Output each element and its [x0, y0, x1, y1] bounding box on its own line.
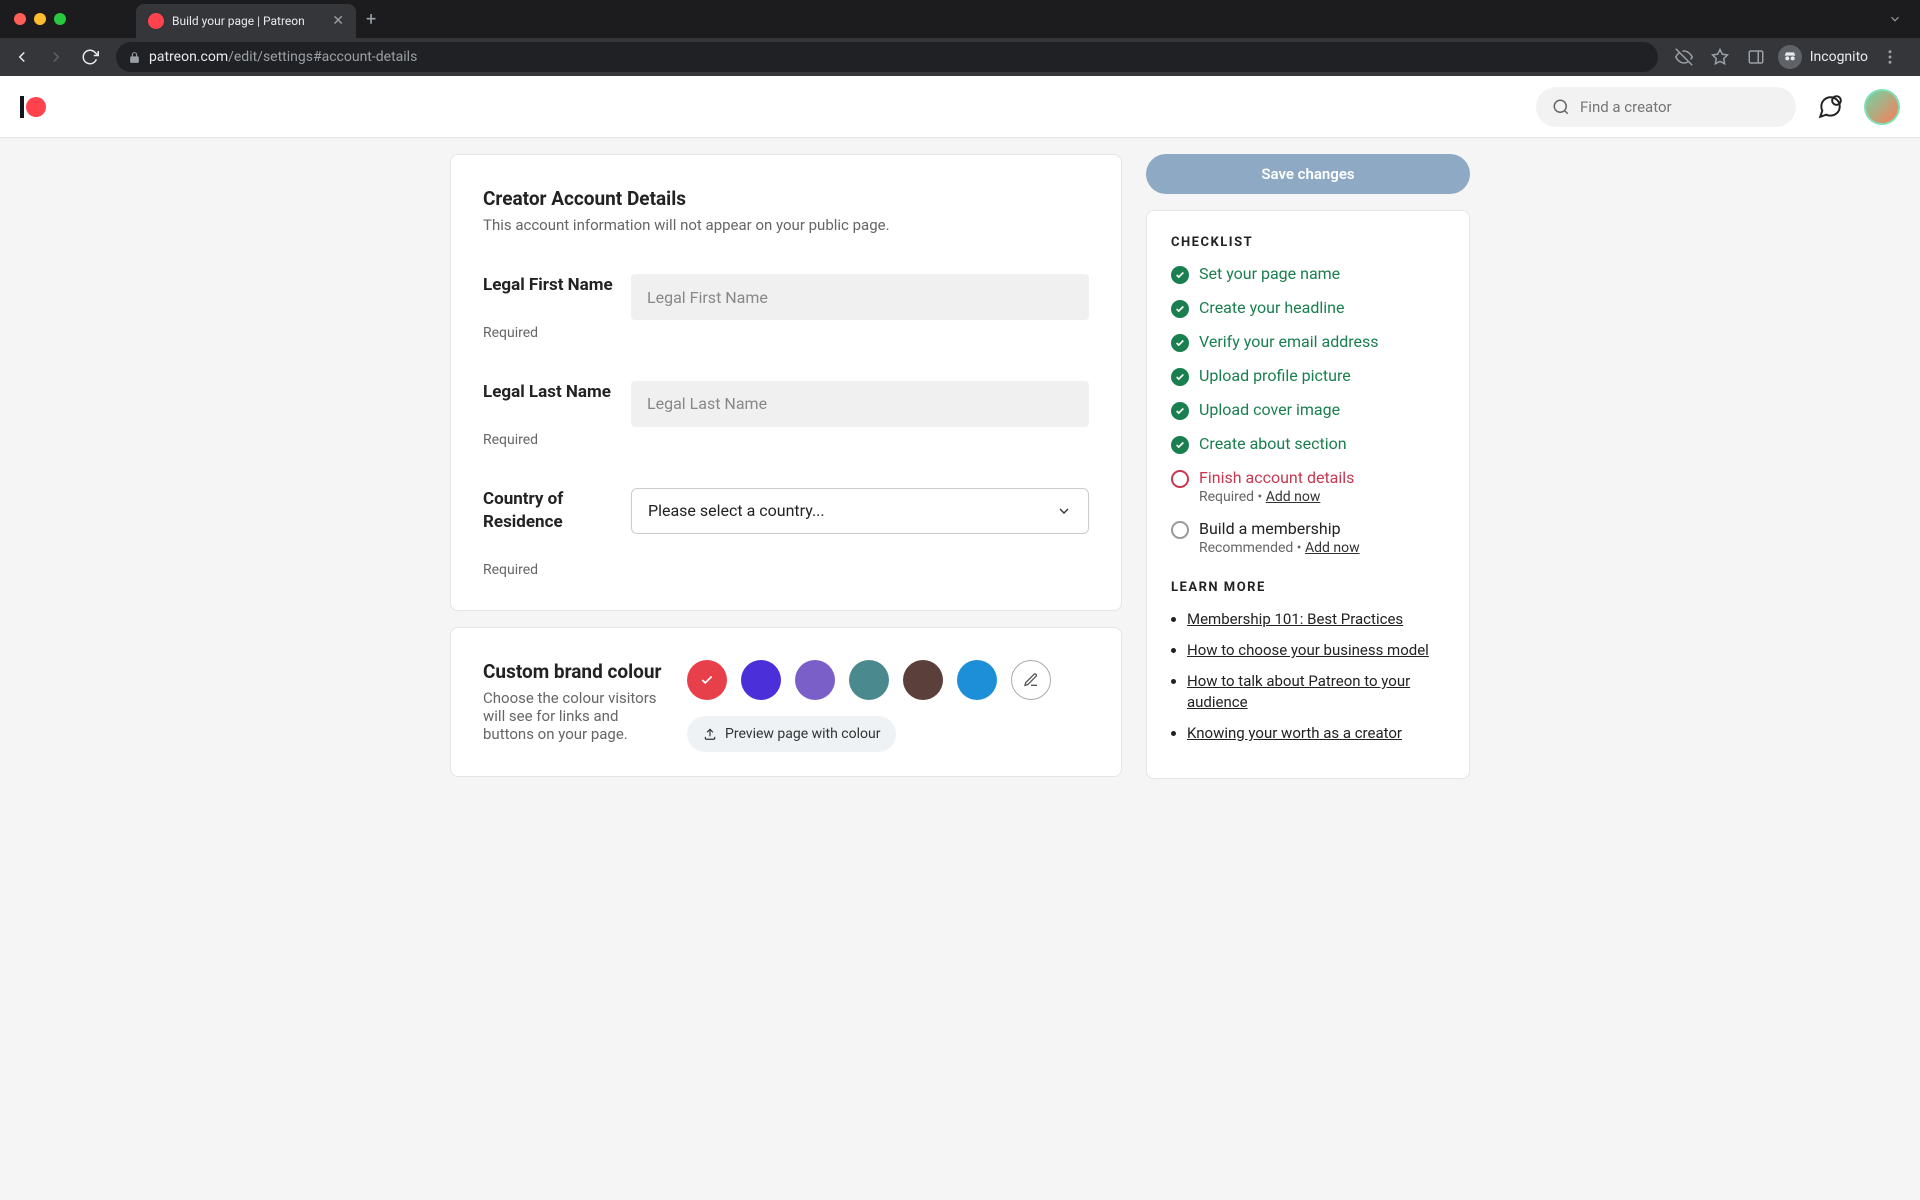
- check-done-icon: [1171, 402, 1189, 420]
- checklist-item-label: Create your headline: [1199, 298, 1344, 317]
- card-title: Creator Account Details: [483, 187, 1089, 210]
- checklist-item[interactable]: Create about section: [1171, 434, 1445, 454]
- address-row: patreon.com/edit/settings#account-detail…: [0, 38, 1920, 76]
- tabs-row: Build your page | Patreon ✕ +: [0, 0, 1920, 38]
- tab-favicon: [148, 13, 164, 29]
- check-todo-icon: [1171, 521, 1189, 539]
- required-text: Required: [483, 325, 615, 341]
- brand-colour-card: Custom brand colour Choose the colour vi…: [450, 627, 1122, 777]
- checklist-item-label: Build a membership: [1199, 519, 1360, 538]
- check-done-icon: [1171, 368, 1189, 386]
- search-box[interactable]: [1536, 87, 1796, 127]
- lock-icon: [128, 51, 141, 64]
- site-header: [0, 76, 1920, 138]
- required-text: Required: [483, 432, 615, 448]
- last-name-input[interactable]: [631, 381, 1089, 427]
- tabs-dropdown-icon[interactable]: [1888, 12, 1902, 26]
- learn-more-link[interactable]: How to talk about Patreon to your audien…: [1187, 672, 1410, 711]
- preview-colour-button[interactable]: Preview page with colour: [687, 716, 896, 752]
- check-done-icon: [1171, 266, 1189, 284]
- eye-off-icon[interactable]: [1670, 43, 1698, 71]
- chevron-down-icon: [1056, 503, 1072, 519]
- first-name-input[interactable]: [631, 274, 1089, 320]
- checklist-item-sub: Required • Add now: [1199, 489, 1354, 505]
- colour-swatch[interactable]: [687, 660, 727, 700]
- colour-swatch[interactable]: [957, 660, 997, 700]
- side-panel-icon[interactable]: [1742, 43, 1770, 71]
- check-done-icon: [1171, 436, 1189, 454]
- checklist-item[interactable]: Set your page name: [1171, 264, 1445, 284]
- maximize-window-button[interactable]: [54, 13, 66, 25]
- incognito-icon: [1778, 45, 1802, 69]
- country-select-value: Please select a country...: [648, 501, 825, 520]
- checklist-item[interactable]: Verify your email address: [1171, 332, 1445, 352]
- checklist-heading: CHECKLIST: [1171, 235, 1445, 250]
- brand-subtitle: Choose the colour visitors will see for …: [483, 689, 663, 743]
- new-tab-button[interactable]: +: [366, 9, 376, 30]
- incognito-badge[interactable]: Incognito: [1778, 45, 1868, 69]
- checklist-item-label: Upload cover image: [1199, 400, 1340, 419]
- checklist-card: CHECKLIST Set your page name Create your …: [1146, 210, 1470, 779]
- messages-icon[interactable]: [1812, 89, 1848, 125]
- close-window-button[interactable]: [14, 13, 26, 25]
- first-name-label: Legal First Name: [483, 274, 615, 297]
- browser-chrome: Build your page | Patreon ✕ + patreon.co…: [0, 0, 1920, 76]
- back-button[interactable]: [8, 43, 36, 71]
- check-done-icon: [1171, 300, 1189, 318]
- bookmark-star-icon[interactable]: [1706, 43, 1734, 71]
- add-now-link[interactable]: Add now: [1305, 540, 1360, 556]
- checklist-item-label: Upload profile picture: [1199, 366, 1351, 385]
- search-input[interactable]: [1580, 98, 1780, 116]
- colour-swatch[interactable]: [903, 660, 943, 700]
- card-subtitle: This account information will not appear…: [483, 216, 1089, 234]
- learn-more-link[interactable]: How to choose your business model: [1187, 641, 1429, 659]
- check-todo-icon: [1171, 470, 1189, 488]
- patreon-logo[interactable]: [20, 96, 46, 118]
- checklist-item[interactable]: Build a membership Recommended • Add now: [1171, 519, 1445, 556]
- country-select[interactable]: Please select a country...: [631, 488, 1089, 534]
- upload-icon: [703, 727, 717, 741]
- custom-colour-button[interactable]: [1011, 660, 1051, 700]
- check-done-icon: [1171, 334, 1189, 352]
- close-tab-icon[interactable]: ✕: [332, 13, 344, 29]
- colour-swatch[interactable]: [741, 660, 781, 700]
- browser-menu-icon[interactable]: [1876, 43, 1904, 71]
- tab-title: Build your page | Patreon: [172, 14, 324, 28]
- last-name-label: Legal Last Name: [483, 381, 615, 404]
- address-bar[interactable]: patreon.com/edit/settings#account-detail…: [116, 42, 1658, 72]
- checklist-item-label: Finish account details: [1199, 468, 1354, 487]
- url-text: patreon.com/edit/settings#account-detail…: [149, 49, 417, 65]
- colour-swatch[interactable]: [849, 660, 889, 700]
- minimize-window-button[interactable]: [34, 13, 46, 25]
- checklist-item[interactable]: Create your headline: [1171, 298, 1445, 318]
- checklist-item-label: Set your page name: [1199, 264, 1340, 283]
- learn-more-item: How to talk about Patreon to your audien…: [1187, 671, 1445, 713]
- required-text: Required: [483, 562, 615, 578]
- checklist-item-label: Verify your email address: [1199, 332, 1379, 351]
- learn-more-item: Knowing your worth as a creator: [1187, 723, 1445, 744]
- add-now-link[interactable]: Add now: [1266, 489, 1321, 505]
- checklist-item-label: Create about section: [1199, 434, 1347, 453]
- checklist-item[interactable]: Finish account details Required • Add now: [1171, 468, 1445, 505]
- forward-button[interactable]: [42, 43, 70, 71]
- save-changes-button[interactable]: Save changes: [1146, 154, 1470, 194]
- brand-title: Custom brand colour: [483, 660, 663, 683]
- reload-button[interactable]: [76, 43, 104, 71]
- checklist-item-sub: Recommended • Add now: [1199, 540, 1360, 556]
- checklist-item[interactable]: Upload profile picture: [1171, 366, 1445, 386]
- user-avatar[interactable]: [1864, 89, 1900, 125]
- learn-more-item: Membership 101: Best Practices: [1187, 609, 1445, 630]
- browser-tab[interactable]: Build your page | Patreon ✕: [136, 4, 356, 38]
- learn-more-link[interactable]: Knowing your worth as a creator: [1187, 724, 1402, 742]
- learn-more-item: How to choose your business model: [1187, 640, 1445, 661]
- learn-more-heading: LEARN MORE: [1171, 580, 1445, 595]
- colour-swatch[interactable]: [795, 660, 835, 700]
- search-icon: [1552, 98, 1570, 116]
- account-details-card: Creator Account Details This account inf…: [450, 154, 1122, 611]
- window-controls: [14, 13, 66, 25]
- learn-more-link[interactable]: Membership 101: Best Practices: [1187, 610, 1403, 628]
- country-label: Country of Residence: [483, 488, 615, 534]
- checklist-item[interactable]: Upload cover image: [1171, 400, 1445, 420]
